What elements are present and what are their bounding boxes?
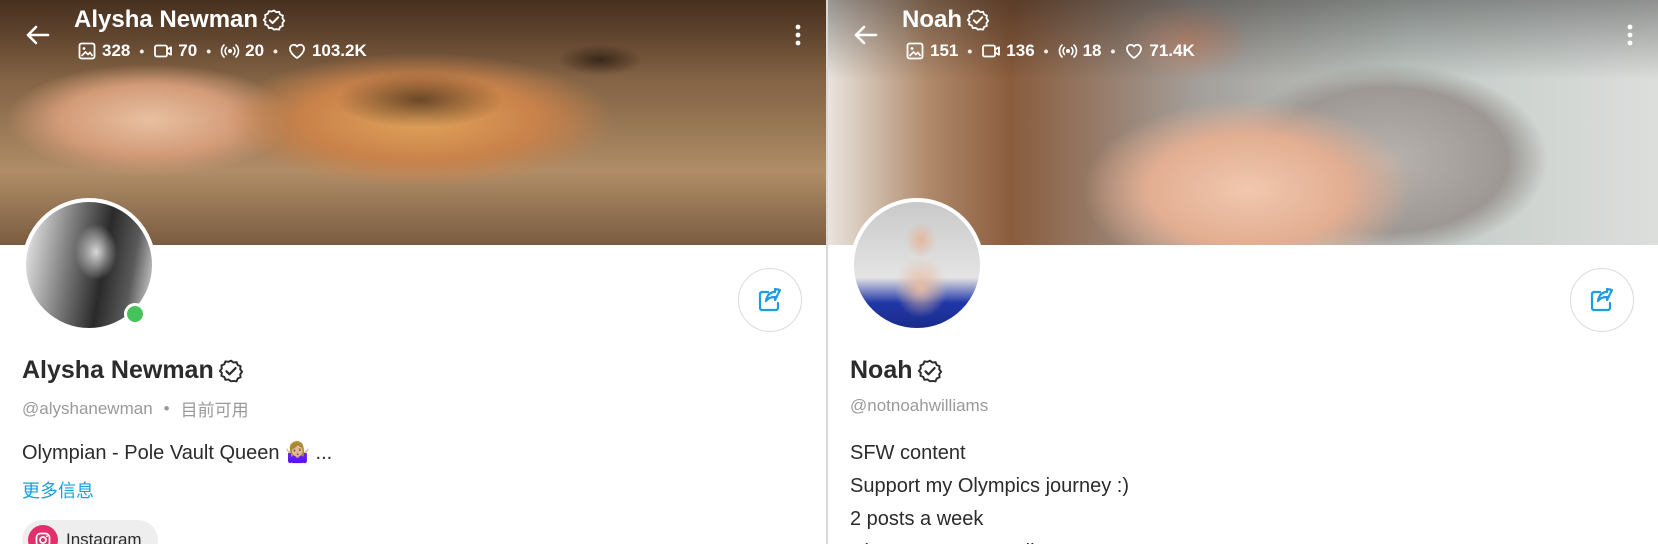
header-name: Alysha Newman [74,6,286,34]
verified-icon [262,9,286,31]
more-options-button[interactable] [1620,20,1640,50]
display-name-text: Noah [850,356,913,384]
profile-display-name: Alysha Newman [22,356,244,385]
stat-separator: • [1043,43,1049,59]
stat-separator: • [967,43,973,59]
handle-separator: • [163,398,170,418]
stat-likes: 71.4K [1124,41,1195,61]
online-status-dot [124,303,146,325]
image-icon [78,42,96,60]
stat-likes-count: 71.4K [1149,41,1195,60]
stat-separator: • [206,43,212,59]
stat-separator: • [139,43,145,59]
video-icon [154,44,173,58]
profile-panel-alysha: Alysha Newman 328 • 70 • 20 • 103.2K Aly… [0,0,826,544]
more-vertical-icon [1627,24,1633,46]
profile-bio: SFW content Support my Olympics journey … [850,437,1129,544]
profile-handle: @alyshanewman [22,398,153,418]
profile-bio: Olympian - Pole Vault Queen 🤷🏼‍♀️ ... [22,437,332,470]
avatar[interactable] [850,198,984,332]
stat-streams: 18 [1058,41,1102,61]
more-options-button[interactable] [788,20,808,50]
stat-likes-count: 103.2K [311,41,367,60]
header-stats: 328 • 70 • 20 • 103.2K [77,41,367,61]
more-vertical-icon [795,24,801,46]
profile-handle: @notnoahwilliams [850,396,989,415]
back-button[interactable] [22,20,52,50]
verified-icon [218,359,244,382]
header-stats: 151 • 136 • 18 • 71.4K [905,41,1195,61]
stream-icon [220,44,240,58]
header-name-text: Alysha Newman [74,6,259,33]
instagram-icon [28,525,58,544]
instagram-link-chip[interactable]: Instagram [22,520,158,544]
bio-line: Chat to me personally [850,536,1129,544]
back-arrow-icon [854,25,878,45]
stream-icon [1058,44,1077,58]
instagram-label: Instagram [66,530,142,544]
stat-separator: • [1110,43,1116,59]
heart-icon [1126,43,1143,59]
image-icon [906,42,924,60]
availability-status: 目前可用 [180,401,249,420]
display-name-text: Alysha Newman [22,356,214,384]
handle-row: @notnoahwilliams [850,396,988,416]
profile-display-name: Noah [850,356,943,385]
stat-videos-count: 136 [1006,41,1035,60]
stat-streams: 20 [220,41,264,61]
bio-line: Olympian - Pole Vault Queen 🤷🏼‍♀️ ... [22,442,333,464]
stat-photos: 151 [905,41,958,61]
share-button[interactable] [1570,268,1634,332]
header-name-text: Noah [902,6,962,33]
bio-line: Support my Olympics journey :) [850,475,1129,497]
video-icon [982,44,1001,58]
stat-separator: • [273,43,278,59]
stat-videos-count: 70 [178,41,198,60]
heart-icon [289,43,305,59]
header-name: Noah [902,6,990,34]
stat-videos: 136 [981,41,1035,61]
profile-panel-noah: Noah 151 • 136 • 18 • 71.4K Noah @notnoa… [828,0,1658,544]
stat-videos: 70 [153,41,197,61]
bio-line: SFW content [850,442,966,464]
bio-line: 2 posts a week [850,508,984,530]
back-arrow-icon [26,25,50,45]
verified-icon [966,9,990,31]
back-button[interactable] [850,20,880,50]
stat-likes: 103.2K [287,41,367,61]
stat-photos-count: 151 [930,41,959,60]
stage: Alysha Newman 328 • 70 • 20 • 103.2K Aly… [0,0,1658,544]
verified-icon [917,359,942,382]
stat-streams-count: 18 [1082,41,1102,60]
stat-photos: 328 [77,41,130,61]
stat-photos-count: 328 [102,41,131,60]
handle-row: @alyshanewman • 目前可用 [22,396,249,421]
share-button[interactable] [738,268,802,332]
more-info-link[interactable]: 更多信息 [22,477,94,503]
stat-streams-count: 20 [245,41,265,60]
share-icon [758,287,782,312]
share-icon [1590,287,1614,312]
